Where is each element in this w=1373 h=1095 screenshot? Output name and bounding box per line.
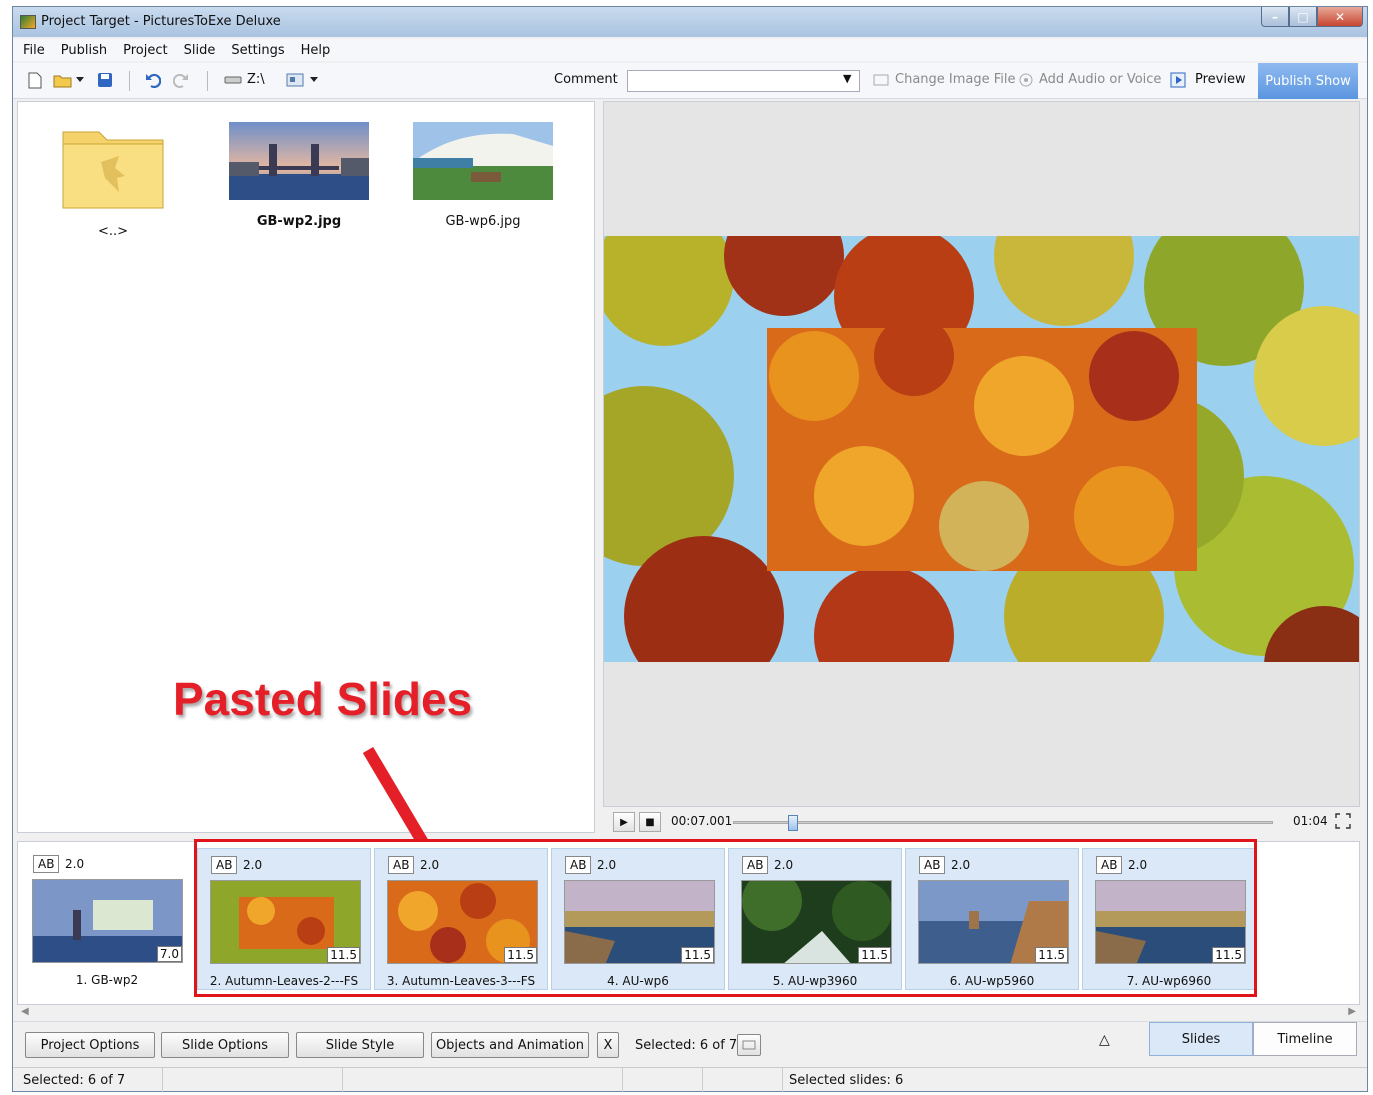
seek-track[interactable] [733,815,1273,831]
project-options-button[interactable]: Project Options [25,1032,155,1058]
publish-show-button[interactable]: Publish Show [1258,63,1358,99]
bottom-toolbar: Project Options Slide Options Slide Styl… [13,1021,1367,1065]
file-browser: <..> GB-wp2.jpg GB-wp6.jpg Pasted Slides [17,101,595,942]
slide-options-button[interactable]: Slide Options [161,1032,289,1058]
status-selected-slides: Selected slides: 6 [789,1072,904,1088]
stop-button[interactable]: ■ [639,812,661,832]
menu-project[interactable]: Project [123,43,167,58]
maximize-button[interactable]: □ [1289,7,1317,27]
slide-item[interactable]: AB 2.0 7.0 1. GB-wp2 [20,848,194,990]
preview-icon[interactable] [1168,70,1188,90]
menu-publish[interactable]: Publish [61,43,107,58]
drive-icon[interactable] [223,70,243,90]
tab-timeline[interactable]: Timeline [1253,1022,1357,1056]
change-image-button[interactable]: Change Image File [895,72,1016,87]
seek-handle[interactable] [788,815,799,831]
minimize-button[interactable]: – [1261,7,1289,27]
file-name: GB-wp6.jpg [445,214,521,229]
close-button[interactable]: ✕ [1317,7,1363,27]
slide-duration: 7.0 [156,946,182,962]
scroll-right-icon[interactable]: ▶ [1348,1006,1356,1017]
view-mode-icon[interactable] [285,70,305,90]
comment-label: Comment [554,72,618,87]
open-folder-icon[interactable] [53,70,73,90]
slide-label: 1. GB-wp2 [75,973,139,987]
pasted-slides-highlight [194,839,1257,997]
title-bar: Project Target - PicturesToExe Deluxe – … [13,7,1367,37]
slide-thumbnail: 7.0 [32,879,183,963]
clear-selection-button[interactable]: X [597,1032,619,1058]
app-icon [20,15,36,29]
comment-input[interactable] [627,70,860,92]
objects-animation-button[interactable]: Objects and Animation [431,1032,589,1058]
slide-properties-icon[interactable] [737,1034,761,1056]
total-time: 01:04 [1293,814,1328,828]
fullscreen-icon[interactable] [1335,813,1351,833]
open-dropdown-icon[interactable] [75,70,85,90]
scroll-left-icon[interactable]: ◀ [21,1006,29,1017]
new-project-icon[interactable] [25,70,45,90]
annotation-label: Pasted Slides [173,673,473,725]
menu-settings[interactable]: Settings [231,43,284,58]
view-dropdown-icon[interactable] [309,70,319,90]
redo-icon[interactable] [171,70,191,90]
audio-icon [1016,70,1036,90]
save-icon[interactable] [95,70,115,90]
file-item-gb-wp6[interactable]: GB-wp6.jpg [412,122,554,229]
menu-file[interactable]: File [23,43,45,58]
status-selected: Selected: 6 of 7 [13,1068,163,1092]
menu-bar: File Publish Project Slide Settings Help [13,39,1367,61]
current-time: 00:07.001 [671,814,733,828]
file-item-parent-folder[interactable]: <..> [58,122,168,239]
selection-count: Selected: 6 of 7 [635,1038,738,1053]
menu-slide[interactable]: Slide [184,43,216,58]
file-name: <..> [97,224,129,239]
change-image-icon [871,70,891,90]
file-item-gb-wp2[interactable]: GB-wp2.jpg [228,122,370,229]
image-thumbnail [413,122,553,200]
preview-image [604,236,1359,662]
comment-dropdown-icon[interactable]: ▼ [843,72,851,85]
horizontal-scrollbar[interactable]: ◀ ▶ [17,1005,1360,1019]
preview-button[interactable]: Preview [1195,72,1246,87]
undo-icon[interactable] [143,70,163,90]
file-name: GB-wp2.jpg [256,214,342,229]
transition-icon[interactable]: AB [33,855,60,873]
image-thumbnail [229,122,369,200]
slide-preview[interactable] [603,101,1360,807]
add-audio-button[interactable]: Add Audio or Voice [1039,72,1161,87]
slide-style-button[interactable]: Slide Style [296,1032,424,1058]
menu-help[interactable]: Help [301,43,331,58]
play-button[interactable]: ▶ [613,812,635,832]
transition-duration: 2.0 [65,857,85,871]
toolbar: Z:\ Comment ▼ Change Image File Add Audi… [13,63,1367,99]
tab-slides[interactable]: Slides [1149,1022,1253,1056]
window-title: Project Target - PicturesToExe Deluxe [41,14,281,29]
collapse-icon[interactable]: △ [1099,1032,1110,1048]
drive-label[interactable]: Z:\ [247,72,265,87]
status-bar: Selected: 6 of 7 Selected slides: 6 [13,1067,1367,1092]
playback-bar: ▶ ■ 00:07.001 01:04 [603,807,1360,835]
folder-icon [62,131,164,209]
